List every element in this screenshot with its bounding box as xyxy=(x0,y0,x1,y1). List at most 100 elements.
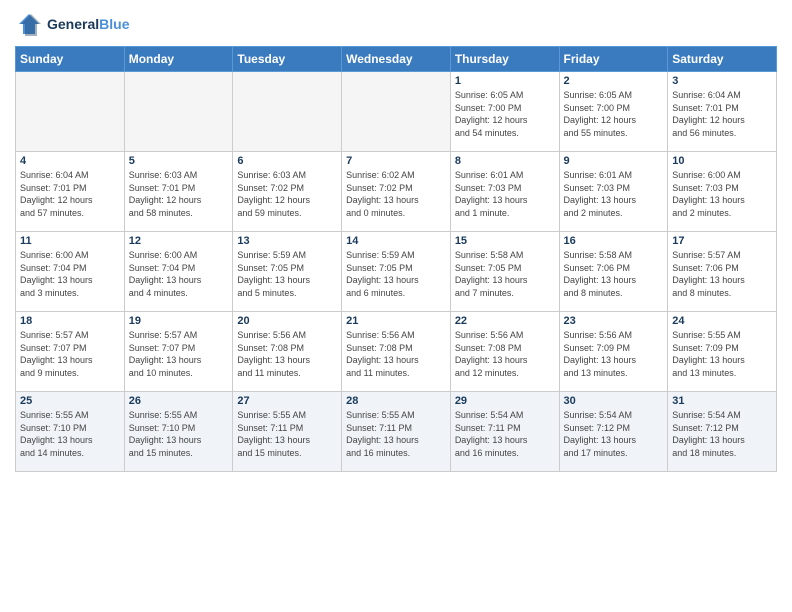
day-info: Sunrise: 6:03 AM Sunset: 7:01 PM Dayligh… xyxy=(129,169,229,219)
day-number: 19 xyxy=(129,315,229,327)
calendar-weekday-friday: Friday xyxy=(559,47,668,72)
day-info: Sunrise: 5:56 AM Sunset: 7:09 PM Dayligh… xyxy=(564,329,664,379)
calendar-cell: 29 Sunrise: 5:54 AM Sunset: 7:11 PM Dayli… xyxy=(450,392,559,472)
day-info: Sunrise: 5:54 AM Sunset: 7:11 PM Dayligh… xyxy=(455,409,555,459)
calendar-cell: 6 Sunrise: 6:03 AM Sunset: 7:02 PM Daylig… xyxy=(233,152,342,232)
logo-text: GeneralBlue xyxy=(47,16,129,33)
calendar-cell: 12 Sunrise: 6:00 AM Sunset: 7:04 PM Dayli… xyxy=(124,232,233,312)
calendar-cell: 24Sunrise: 5:55 AM Sunset: 7:09 PM Dayli… xyxy=(668,312,777,392)
day-number: 3 xyxy=(672,75,772,87)
calendar-cell: 9 Sunrise: 6:01 AM Sunset: 7:03 PM Daylig… xyxy=(559,152,668,232)
calendar-cell xyxy=(233,72,342,152)
calendar-cell: 10Sunrise: 6:00 AM Sunset: 7:03 PM Dayli… xyxy=(668,152,777,232)
day-number: 23 xyxy=(564,315,664,327)
day-info: Sunrise: 5:55 AM Sunset: 7:11 PM Dayligh… xyxy=(346,409,446,459)
day-number: 22 xyxy=(455,315,555,327)
day-number: 21 xyxy=(346,315,446,327)
day-info: Sunrise: 6:03 AM Sunset: 7:02 PM Dayligh… xyxy=(237,169,337,219)
day-info: Sunrise: 6:00 AM Sunset: 7:04 PM Dayligh… xyxy=(20,249,120,299)
calendar-cell: 27 Sunrise: 5:55 AM Sunset: 7:11 PM Dayli… xyxy=(233,392,342,472)
logo-icon xyxy=(15,10,43,38)
calendar-cell: 1Sunrise: 6:05 AM Sunset: 7:00 PM Daylig… xyxy=(450,72,559,152)
calendar-cell: 7 Sunrise: 6:02 AM Sunset: 7:02 PM Daylig… xyxy=(342,152,451,232)
calendar-weekday-thursday: Thursday xyxy=(450,47,559,72)
day-info: Sunrise: 5:57 AM Sunset: 7:07 PM Dayligh… xyxy=(20,329,120,379)
day-number: 28 xyxy=(346,395,446,407)
day-info: Sunrise: 5:58 AM Sunset: 7:05 PM Dayligh… xyxy=(455,249,555,299)
calendar-cell: 11Sunrise: 6:00 AM Sunset: 7:04 PM Dayli… xyxy=(16,232,125,312)
calendar-week-3: 11Sunrise: 6:00 AM Sunset: 7:04 PM Dayli… xyxy=(16,232,777,312)
day-number: 17 xyxy=(672,235,772,247)
day-number: 9 xyxy=(564,155,664,167)
calendar-cell: 13 Sunrise: 5:59 AM Sunset: 7:05 PM Dayli… xyxy=(233,232,342,312)
day-number: 10 xyxy=(672,155,772,167)
day-info: Sunrise: 6:05 AM Sunset: 7:00 PM Dayligh… xyxy=(564,89,664,139)
day-number: 25 xyxy=(20,395,120,407)
day-number: 15 xyxy=(455,235,555,247)
calendar-cell: 15 Sunrise: 5:58 AM Sunset: 7:05 PM Dayli… xyxy=(450,232,559,312)
day-info: Sunrise: 6:04 AM Sunset: 7:01 PM Dayligh… xyxy=(672,89,772,139)
day-info: Sunrise: 6:00 AM Sunset: 7:04 PM Dayligh… xyxy=(129,249,229,299)
day-info: Sunrise: 5:57 AM Sunset: 7:06 PM Dayligh… xyxy=(672,249,772,299)
day-info: Sunrise: 5:57 AM Sunset: 7:07 PM Dayligh… xyxy=(129,329,229,379)
calendar-cell: 8Sunrise: 6:01 AM Sunset: 7:03 PM Daylig… xyxy=(450,152,559,232)
calendar-week-1: 1 Sunrise: 6:05 AM Sunset: 7:00 PM Daylig… xyxy=(16,72,777,152)
day-info: Sunrise: 5:59 AM Sunset: 7:05 PM Dayligh… xyxy=(346,249,446,299)
calendar-cell: 31 Sunrise: 5:54 AM Sunset: 7:12 PM Dayli… xyxy=(668,392,777,472)
day-number: 5 xyxy=(129,155,229,167)
calendar-week-2: 4 Sunrise: 6:04 AM Sunset: 7:01 PM Daylig… xyxy=(16,152,777,232)
calendar-week-4: 18 Sunrise: 5:57 AM Sunset: 7:07 PM Dayli… xyxy=(16,312,777,392)
day-number: 18 xyxy=(20,315,120,327)
day-number: 8 xyxy=(455,155,555,167)
day-info: Sunrise: 6:04 AM Sunset: 7:01 PM Dayligh… xyxy=(20,169,120,219)
day-info: Sunrise: 5:59 AM Sunset: 7:05 PM Dayligh… xyxy=(237,249,337,299)
calendar-cell: 20Sunrise: 5:56 AM Sunset: 7:08 PM Dayli… xyxy=(233,312,342,392)
day-info: Sunrise: 6:02 AM Sunset: 7:02 PM Dayligh… xyxy=(346,169,446,219)
day-info: Sunrise: 5:55 AM Sunset: 7:09 PM Dayligh… xyxy=(672,329,772,379)
calendar-week-5: 25 Sunrise: 5:55 AM Sunset: 7:10 PM Dayli… xyxy=(16,392,777,472)
day-number: 4 xyxy=(20,155,120,167)
day-info: Sunrise: 5:55 AM Sunset: 7:11 PM Dayligh… xyxy=(237,409,337,459)
calendar-cell: 21Sunrise: 5:56 AM Sunset: 7:08 PM Dayli… xyxy=(342,312,451,392)
calendar-cell: 23 Sunrise: 5:56 AM Sunset: 7:09 PM Dayli… xyxy=(559,312,668,392)
logo-line1: GeneralBlue xyxy=(47,16,129,33)
header: GeneralBlue xyxy=(15,10,777,38)
day-number: 27 xyxy=(237,395,337,407)
calendar-cell: 18 Sunrise: 5:57 AM Sunset: 7:07 PM Dayli… xyxy=(16,312,125,392)
day-number: 26 xyxy=(129,395,229,407)
day-info: Sunrise: 5:55 AM Sunset: 7:10 PM Dayligh… xyxy=(20,409,120,459)
calendar-cell: 25 Sunrise: 5:55 AM Sunset: 7:10 PM Dayli… xyxy=(16,392,125,472)
calendar-cell: 14Sunrise: 5:59 AM Sunset: 7:05 PM Dayli… xyxy=(342,232,451,312)
day-info: Sunrise: 5:58 AM Sunset: 7:06 PM Dayligh… xyxy=(564,249,664,299)
day-number: 13 xyxy=(237,235,337,247)
calendar-cell: 30 Sunrise: 5:54 AM Sunset: 7:12 PM Dayli… xyxy=(559,392,668,472)
page: GeneralBlue SundayMondayTuesdayWednesday… xyxy=(0,0,792,612)
calendar-cell: 22 Sunrise: 5:56 AM Sunset: 7:08 PM Dayli… xyxy=(450,312,559,392)
calendar-weekday-sunday: Sunday xyxy=(16,47,125,72)
calendar-weekday-saturday: Saturday xyxy=(668,47,777,72)
day-number: 12 xyxy=(129,235,229,247)
calendar-cell: 3 Sunrise: 6:04 AM Sunset: 7:01 PM Daylig… xyxy=(668,72,777,152)
logo: GeneralBlue xyxy=(15,10,129,38)
calendar-weekday-tuesday: Tuesday xyxy=(233,47,342,72)
day-number: 29 xyxy=(455,395,555,407)
day-info: Sunrise: 5:54 AM Sunset: 7:12 PM Dayligh… xyxy=(672,409,772,459)
day-number: 2 xyxy=(564,75,664,87)
day-number: 30 xyxy=(564,395,664,407)
calendar: SundayMondayTuesdayWednesdayThursdayFrid… xyxy=(15,46,777,472)
calendar-cell: 19 Sunrise: 5:57 AM Sunset: 7:07 PM Dayli… xyxy=(124,312,233,392)
day-info: Sunrise: 5:55 AM Sunset: 7:10 PM Dayligh… xyxy=(129,409,229,459)
day-info: Sunrise: 6:01 AM Sunset: 7:03 PM Dayligh… xyxy=(564,169,664,219)
day-number: 6 xyxy=(237,155,337,167)
day-number: 7 xyxy=(346,155,446,167)
calendar-cell: 16Sunrise: 5:58 AM Sunset: 7:06 PM Dayli… xyxy=(559,232,668,312)
calendar-cell: 4 Sunrise: 6:04 AM Sunset: 7:01 PM Daylig… xyxy=(16,152,125,232)
day-info: Sunrise: 5:56 AM Sunset: 7:08 PM Dayligh… xyxy=(455,329,555,379)
calendar-cell: 28 Sunrise: 5:55 AM Sunset: 7:11 PM Dayli… xyxy=(342,392,451,472)
day-number: 20 xyxy=(237,315,337,327)
day-number: 1 xyxy=(455,75,555,87)
calendar-cell xyxy=(124,72,233,152)
day-number: 31 xyxy=(672,395,772,407)
day-info: Sunrise: 5:54 AM Sunset: 7:12 PM Dayligh… xyxy=(564,409,664,459)
calendar-cell: 26 Sunrise: 5:55 AM Sunset: 7:10 PM Dayli… xyxy=(124,392,233,472)
